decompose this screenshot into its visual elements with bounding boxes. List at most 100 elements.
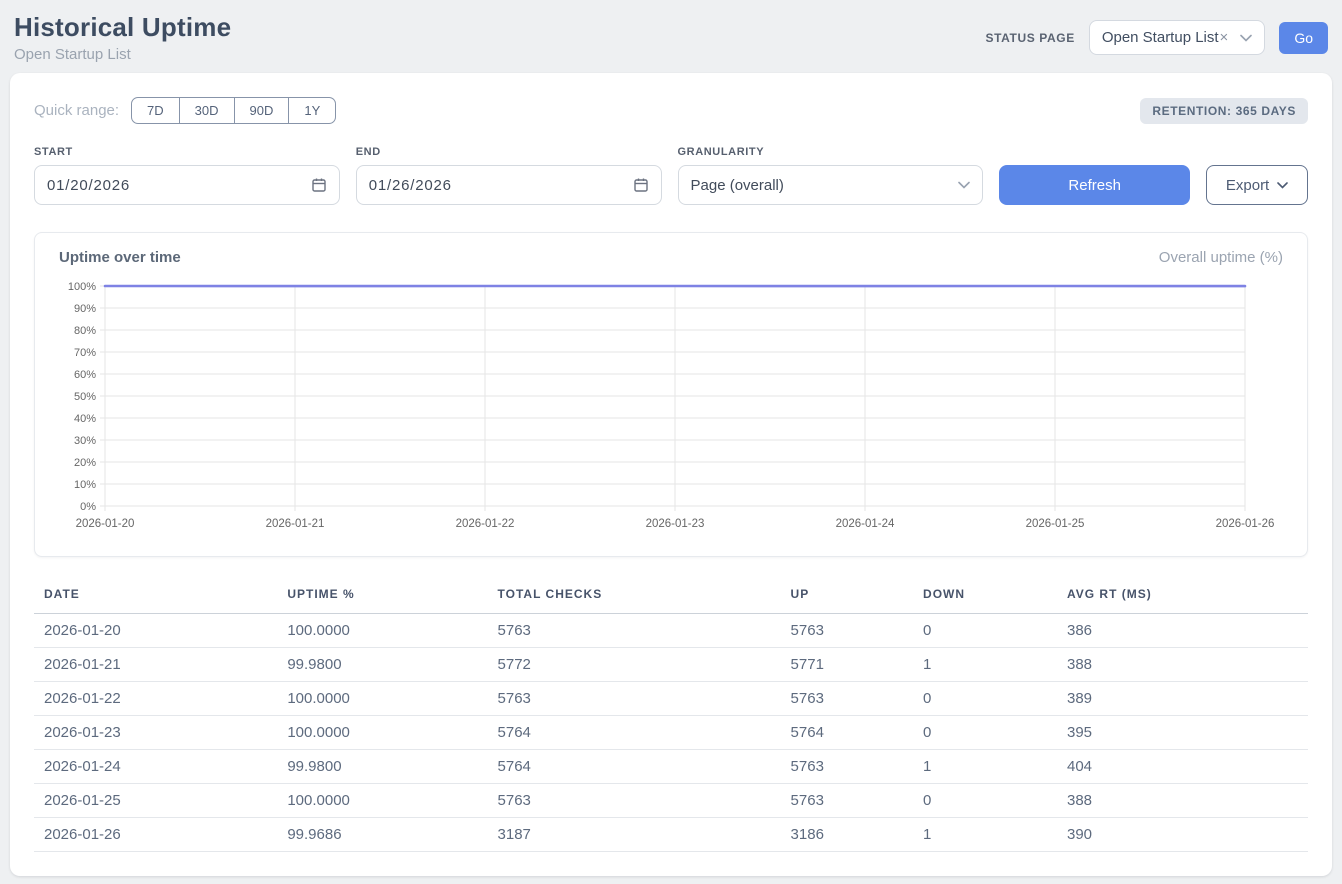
end-date-input[interactable]: 01/26/2026	[356, 165, 662, 205]
export-button[interactable]: Export	[1206, 165, 1308, 205]
table-cell: 5763	[488, 614, 781, 648]
status-page-select[interactable]: Open Startup List ×	[1089, 20, 1266, 55]
controls-row: START 01/20/2026 END 01/26/2026	[34, 146, 1308, 205]
svg-text:2026-01-26: 2026-01-26	[1216, 518, 1275, 530]
start-date-input[interactable]: 01/20/2026	[34, 165, 340, 205]
svg-text:10%: 10%	[74, 479, 96, 491]
svg-text:2026-01-23: 2026-01-23	[646, 518, 705, 530]
go-button[interactable]: Go	[1279, 22, 1328, 54]
svg-text:90%: 90%	[74, 303, 96, 315]
table-cell: 390	[1057, 818, 1308, 852]
topbar: Historical Uptime Open Startup List STAT…	[10, 0, 1332, 73]
table-cell: 2026-01-24	[34, 750, 277, 784]
clear-icon[interactable]: ×	[1220, 29, 1229, 46]
main-card: Quick range: 7D30D90D1Y RETENTION: 365 D…	[10, 73, 1332, 876]
uptime-table: DATEUPTIME %TOTAL CHECKSUPDOWNAVG RT (MS…	[34, 581, 1308, 852]
table-cell: 3187	[488, 818, 781, 852]
table-cell: 388	[1057, 784, 1308, 818]
chart-header: Uptime over time Overall uptime (%)	[59, 249, 1283, 266]
table-cell: 100.0000	[277, 682, 487, 716]
end-label: END	[356, 146, 662, 158]
table-cell: 99.9800	[277, 750, 487, 784]
table-cell: 389	[1057, 682, 1308, 716]
table-cell: 2026-01-20	[34, 614, 277, 648]
table-row: 2026-01-2499.9800576457631404	[34, 750, 1308, 784]
svg-text:30%: 30%	[74, 435, 96, 447]
svg-text:2026-01-24: 2026-01-24	[836, 518, 895, 530]
export-button-label: Export	[1226, 177, 1269, 194]
page-title: Historical Uptime	[14, 12, 231, 43]
column-header: UPTIME %	[277, 581, 487, 614]
svg-text:70%: 70%	[74, 347, 96, 359]
table-cell: 386	[1057, 614, 1308, 648]
calendar-icon[interactable]	[633, 177, 649, 193]
table-cell: 3186	[781, 818, 913, 852]
table-cell: 100.0000	[277, 716, 487, 750]
quick-range-1y[interactable]: 1Y	[289, 97, 336, 124]
start-label: START	[34, 146, 340, 158]
table-cell: 388	[1057, 648, 1308, 682]
table-cell: 0	[913, 716, 1057, 750]
svg-text:0%: 0%	[80, 501, 96, 513]
svg-text:2026-01-25: 2026-01-25	[1026, 518, 1085, 530]
table-row: 2026-01-23100.0000576457640395	[34, 716, 1308, 750]
table-cell: 99.9800	[277, 648, 487, 682]
refresh-button[interactable]: Refresh	[999, 165, 1190, 205]
table-cell: 5771	[781, 648, 913, 682]
uptime-chart: 0%10%20%30%40%50%60%70%80%90%100%2026-01…	[59, 276, 1283, 538]
table-cell: 2026-01-21	[34, 648, 277, 682]
chart-card: Uptime over time Overall uptime (%) 0% 10…	[34, 232, 1308, 557]
svg-text:40%: 40%	[74, 413, 96, 425]
table-cell: 404	[1057, 750, 1308, 784]
table-cell: 0	[913, 614, 1057, 648]
chevron-down-icon	[1277, 182, 1288, 189]
quick-range-label: Quick range:	[34, 102, 119, 119]
start-field: START 01/20/2026	[34, 146, 340, 205]
table-row: 2026-01-2199.9800577257711388	[34, 648, 1308, 682]
quick-range-7d[interactable]: 7D	[131, 97, 180, 124]
chevron-down-icon	[1240, 34, 1252, 42]
svg-text:2026-01-21: 2026-01-21	[266, 518, 325, 530]
granularity-field: GRANULARITY Page (overall)	[678, 146, 984, 205]
table-cell: 5764	[488, 750, 781, 784]
granularity-value: Page (overall)	[691, 177, 784, 194]
chart-title: Uptime over time	[59, 249, 181, 266]
calendar-icon[interactable]	[311, 177, 327, 193]
table-cell: 5763	[781, 750, 913, 784]
svg-text:100%: 100%	[68, 281, 96, 293]
table-cell: 0	[913, 682, 1057, 716]
svg-text:80%: 80%	[74, 325, 96, 337]
table-cell: 5763	[781, 784, 913, 818]
table-cell: 1	[913, 750, 1057, 784]
column-header: DOWN	[913, 581, 1057, 614]
svg-text:2026-01-22: 2026-01-22	[456, 518, 515, 530]
column-header: UP	[781, 581, 913, 614]
table-row: 2026-01-25100.0000576357630388	[34, 784, 1308, 818]
quick-range-90d[interactable]: 90D	[235, 97, 290, 124]
quick-range-group: 7D30D90D1Y	[131, 97, 336, 124]
table-row: 2026-01-2699.9686318731861390	[34, 818, 1308, 852]
table-cell: 1	[913, 818, 1057, 852]
svg-text:60%: 60%	[74, 369, 96, 381]
svg-text:20%: 20%	[74, 457, 96, 469]
retention-badge: RETENTION: 365 DAYS	[1140, 98, 1308, 124]
table-cell: 2026-01-22	[34, 682, 277, 716]
granularity-select[interactable]: Page (overall)	[678, 165, 984, 205]
end-date-value: 01/26/2026	[369, 177, 452, 194]
chart-legend: Overall uptime (%)	[1159, 249, 1283, 266]
table-cell: 100.0000	[277, 784, 487, 818]
granularity-label: GRANULARITY	[678, 146, 984, 158]
page-subtitle: Open Startup List	[14, 46, 231, 63]
table-header-row: DATEUPTIME %TOTAL CHECKSUPDOWNAVG RT (MS…	[34, 581, 1308, 614]
status-page-label: STATUS PAGE	[986, 31, 1075, 45]
table-cell: 99.9686	[277, 818, 487, 852]
table-cell: 5763	[488, 784, 781, 818]
quick-range-30d[interactable]: 30D	[180, 97, 235, 124]
svg-text:2026-01-20: 2026-01-20	[76, 518, 135, 530]
table-cell: 1	[913, 648, 1057, 682]
column-header: TOTAL CHECKS	[488, 581, 781, 614]
table-cell: 2026-01-23	[34, 716, 277, 750]
start-date-value: 01/20/2026	[47, 177, 130, 194]
column-header: DATE	[34, 581, 277, 614]
column-header: AVG RT (MS)	[1057, 581, 1308, 614]
